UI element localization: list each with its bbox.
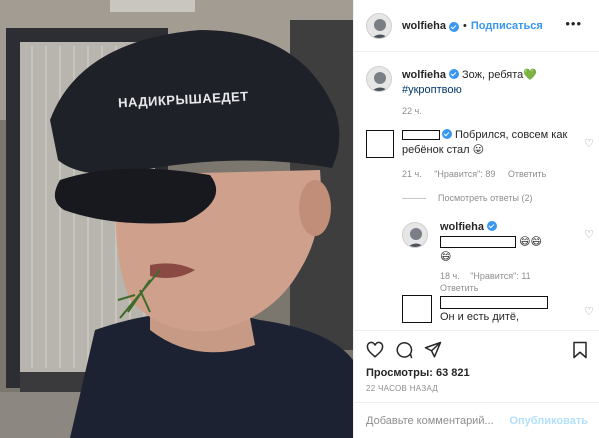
green-heart-emoji: 💚 [523,69,537,81]
separator-dot: • [463,19,467,32]
share-icon[interactable] [424,341,442,362]
post-side-panel: wolfieha • Подписаться ••• wolfieha Зож, … [353,0,599,438]
reply-meta: 18 ч. "Нравится": 11 Ответить [440,270,580,294]
post-header: wolfieha • Подписаться ••• [354,0,599,52]
more-icon[interactable]: ••• [565,17,582,30]
post-image[interactable]: НАДИКРЫШАЕДЕТ [0,0,353,438]
mention-redacted [440,236,516,249]
avatar[interactable] [366,66,392,92]
caption-body: Зож, ребята [462,69,524,81]
emoji: 😄 [440,251,452,263]
view-replies[interactable]: Посмотреть ответы (2) [402,193,533,203]
emoji: 😛 [472,144,485,156]
avatar-redacted [366,130,394,158]
heart-icon[interactable] [366,341,384,362]
publish-button[interactable]: Опубликовать [509,415,588,427]
view-count[interactable]: Просмотры: 63 821 [366,367,470,379]
post-photo [0,0,353,438]
username-redacted [402,130,440,141]
follow-button[interactable]: Подписаться [471,20,543,32]
like-icon[interactable]: ♡ [584,305,594,318]
comment-input[interactable] [366,414,510,427]
view-replies-label[interactable]: Посмотреть ответы (2) [438,193,533,203]
post-time[interactable]: 22 ЧАСОВ НАЗАД [366,384,438,393]
emoji: 😄😄 [519,236,542,248]
comment-time: 21 ч. [402,169,422,179]
reply-text: Он и есть дитё, [440,311,520,323]
post-actions: Просмотры: 63 821 22 ЧАСОВ НАЗАД [354,330,599,410]
verified-icon [449,21,460,32]
reply-username[interactable]: wolfieha [440,221,484,233]
avatar[interactable] [366,12,392,39]
reply-button[interactable]: Ответить [440,283,478,293]
verified-icon [449,69,460,79]
caption-time: 22 ч. [402,106,422,116]
avatar-redacted [402,295,432,323]
like-icon[interactable]: ♡ [584,228,594,241]
comment-meta: 21 ч. "Нравится": 89 Ответить [402,167,570,182]
caption-text: wolfieha Зож, ребята💚 #укроптвою 22 ч. [402,68,592,119]
username-redacted [440,295,548,309]
header-username[interactable]: wolfieha [402,20,446,32]
verified-icon [442,129,452,139]
reply-time: 18 ч. [440,271,460,281]
avatar[interactable] [402,222,428,248]
caption-username[interactable]: wolfieha [402,69,446,81]
hashtag-link[interactable]: #укроптвою [402,84,462,96]
bookmark-icon[interactable] [572,341,588,362]
verified-icon [487,221,498,231]
comment-likes[interactable]: "Нравится": 89 [434,169,495,179]
reply-likes[interactable]: "Нравится": 11 [470,271,530,281]
reply-button[interactable]: Ответить [508,169,546,179]
divider-line [402,197,426,199]
like-icon[interactable]: ♡ [584,137,594,150]
add-comment-bar: Опубликовать [354,402,599,438]
comment-icon[interactable] [395,341,413,362]
